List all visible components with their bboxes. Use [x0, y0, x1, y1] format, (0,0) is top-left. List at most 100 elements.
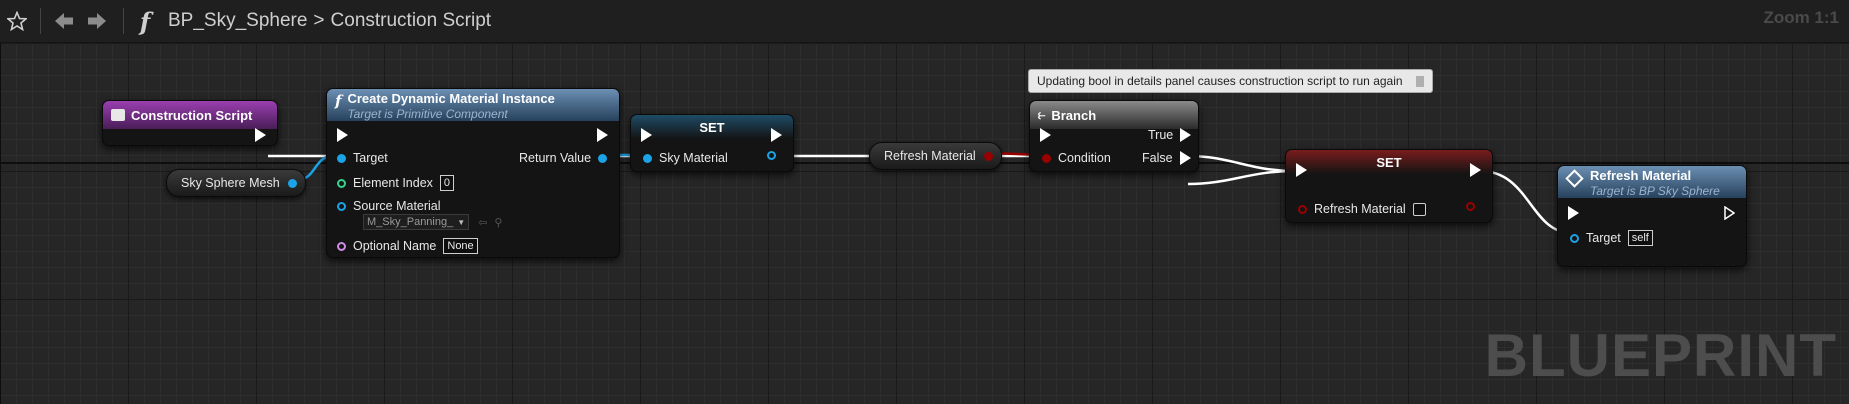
node-header: SET: [631, 115, 793, 139]
bool-pin-icon: [1042, 153, 1051, 163]
exec-output-pin[interactable]: [1724, 206, 1735, 220]
arrow-right-icon[interactable]: [79, 0, 115, 42]
node-title: Branch: [1051, 107, 1097, 123]
refresh-material-variable[interactable]: Refresh Material: [869, 142, 1002, 170]
zoom-level: Zoom 1:1: [1763, 8, 1839, 27]
create-dynamic-material-instance-node[interactable]: f Create Dynamic Material Instance Targe…: [326, 88, 620, 258]
arrow-left-icon[interactable]: [49, 0, 79, 42]
variable-label: Refresh Material: [884, 149, 976, 163]
sky-material-output-pin[interactable]: [767, 151, 776, 160]
exec-pin-icon: [337, 128, 348, 142]
browse-search-icon[interactable]: ⚲: [494, 216, 502, 229]
breadcrumb-root[interactable]: BP_Sky_Sphere: [168, 10, 307, 32]
diamond-icon: [1565, 169, 1584, 188]
set-sky-material-node[interactable]: SET Sky Material: [630, 114, 794, 172]
branch-icon: ⥼: [1038, 107, 1046, 122]
sky-material-input-pin[interactable]: Sky Material: [643, 151, 728, 165]
pin-label: False: [1142, 151, 1173, 165]
exec-pin-icon: [1568, 206, 1579, 220]
star-icon[interactable]: [2, 0, 32, 42]
pin-label: True: [1148, 128, 1174, 142]
exec-pin-icon: [1296, 163, 1307, 177]
optional-name-input-pin[interactable]: Optional Name None: [337, 238, 478, 254]
source-material-picker[interactable]: M_Sky_Panning_ ▼ ⇦ ⚲: [363, 214, 502, 230]
breadcrumb-current[interactable]: Construction Script: [331, 10, 492, 32]
pin-label: Target: [1586, 231, 1621, 245]
node-title: Construction Script: [131, 107, 253, 123]
true-exec-output-pin[interactable]: True: [1148, 128, 1192, 142]
exec-output-pin[interactable]: [1470, 163, 1481, 177]
branch-node[interactable]: ⥼ Branch True Condition False: [1029, 100, 1199, 172]
pin-label: Sky Material: [659, 151, 728, 165]
refresh-material-function-node[interactable]: Refresh Material Target is BP Sky Sphere…: [1557, 165, 1747, 267]
exec-output-pin[interactable]: [771, 128, 782, 142]
exec-pin-icon: [1470, 163, 1481, 177]
return-value-output-pin[interactable]: Return Value: [519, 151, 608, 165]
exec-pin-icon: [1040, 128, 1051, 142]
exec-pin-icon: [1179, 151, 1191, 165]
object-pin-icon: [767, 151, 776, 160]
optional-name-value-input[interactable]: None: [443, 238, 478, 254]
chevron-down-icon: ▼: [457, 217, 466, 227]
sky-sphere-mesh-variable[interactable]: Sky Sphere Mesh: [166, 169, 306, 197]
node-comment-bubble: Updating bool in details panel causes co…: [1028, 69, 1433, 93]
exec-wire: [1187, 154, 1295, 173]
target-input-pin[interactable]: Target self: [1570, 230, 1653, 246]
pin-label: Return Value: [519, 151, 592, 165]
function-icon: f: [139, 6, 151, 36]
target-value-input[interactable]: self: [1627, 230, 1653, 246]
object-pin-icon: [1570, 233, 1579, 243]
graph-canvas[interactable]: BLUEPRINT Construction Script Sky Sphere…: [0, 43, 1849, 404]
exec-pin-icon: [255, 128, 266, 142]
exec-input-pin[interactable]: [337, 128, 348, 142]
false-exec-output-pin[interactable]: False: [1142, 151, 1191, 165]
bool-output-pin[interactable]: [983, 151, 993, 161]
node-subtitle: Target is Primitive Component: [347, 107, 508, 121]
exec-output-pin[interactable]: [255, 128, 266, 142]
refresh-material-output-pin[interactable]: [1466, 202, 1475, 211]
object-pin-icon: [337, 153, 346, 163]
variable-label: Sky Sphere Mesh: [181, 176, 280, 190]
object-output-pin[interactable]: [287, 178, 297, 188]
int-pin-icon: [337, 178, 346, 188]
pin-label: Element Index: [353, 176, 433, 190]
element-index-value-input[interactable]: 0: [439, 175, 455, 191]
graph-toolbar: f BP_Sky_Sphere > Construction Script Zo…: [0, 0, 1849, 43]
pin-label: Refresh Material: [1314, 202, 1406, 216]
exec-wire: [1187, 169, 1295, 186]
breadcrumb-separator: >: [313, 10, 325, 31]
node-title: SET: [699, 119, 725, 135]
comment-text: Updating bool in details panel causes co…: [1037, 74, 1403, 88]
node-subtitle: Target is BP Sky Sphere: [1590, 184, 1720, 198]
node-header: Refresh Material Target is BP Sky Sphere: [1558, 166, 1746, 198]
toolbar-separator: [40, 8, 41, 34]
node-header: ⥼ Branch: [1030, 101, 1198, 129]
name-pin-icon: [337, 241, 346, 251]
pin-label: Source Material: [353, 199, 441, 213]
element-index-input-pin[interactable]: Element Index 0: [337, 175, 455, 191]
node-title: Refresh Material: [1590, 168, 1692, 183]
node-title: SET: [1376, 154, 1402, 170]
object-pin-icon: [598, 153, 608, 163]
exec-pin-icon: [1724, 206, 1735, 220]
exec-pin-icon: [1180, 128, 1192, 142]
function-icon: f: [335, 92, 342, 110]
construction-script-node[interactable]: Construction Script: [102, 100, 278, 146]
bool-pin-icon: [1298, 204, 1307, 214]
refresh-material-checkbox[interactable]: [1412, 202, 1426, 216]
node-header: f Create Dynamic Material Instance Targe…: [327, 89, 619, 121]
exec-output-pin[interactable]: [597, 128, 608, 142]
exec-input-pin[interactable]: [1296, 163, 1307, 177]
exec-input-pin[interactable]: [1040, 128, 1051, 142]
source-material-input-pin[interactable]: Source Material: [337, 199, 441, 213]
use-selected-arrow-icon[interactable]: ⇦: [478, 216, 487, 229]
object-pin-icon: [643, 153, 652, 163]
target-input-pin[interactable]: Target: [337, 151, 388, 165]
exec-input-pin[interactable]: [1568, 206, 1579, 220]
condition-input-pin[interactable]: Condition: [1042, 151, 1111, 165]
refresh-material-input-pin[interactable]: Refresh Material: [1298, 202, 1426, 216]
exec-input-pin[interactable]: [641, 128, 652, 142]
set-refresh-material-node[interactable]: SET Refresh Material: [1285, 149, 1493, 223]
pin-comment-icon[interactable]: [1415, 76, 1424, 88]
source-material-dropdown[interactable]: M_Sky_Panning_ ▼: [363, 214, 470, 230]
